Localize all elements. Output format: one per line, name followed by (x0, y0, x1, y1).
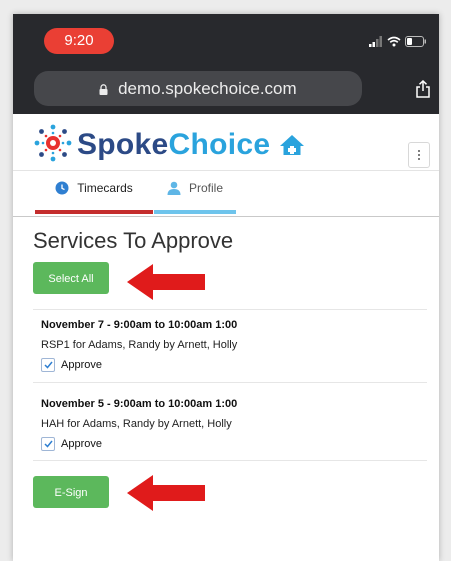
approve-checkbox[interactable] (41, 437, 55, 451)
tab-profile[interactable]: Profile (154, 170, 236, 216)
url-text: demo.spokechoice.com (118, 79, 297, 98)
tab-profile-underline (154, 210, 236, 214)
kebab-dot (418, 154, 420, 156)
tab-profile-label: Profile (188, 181, 223, 195)
logo-choice: Choice (168, 128, 271, 161)
tab-bar: Timecards Profile (13, 170, 439, 217)
status-icons (369, 33, 427, 49)
approve-checkbox[interactable] (41, 358, 55, 372)
tab-active-underline (35, 210, 153, 214)
approve-label: Approve (61, 438, 102, 450)
divider (33, 460, 427, 461)
clock-icon (55, 181, 69, 195)
browser-top-bar: 9:20 demo.spokechoice.com (13, 14, 439, 114)
lock-icon (99, 84, 108, 96)
kebab-dot (418, 158, 420, 160)
url-bar[interactable]: demo.spokechoice.com (34, 71, 362, 106)
wifi-icon (387, 36, 401, 46)
status-time: 9:20 (44, 28, 114, 54)
service-title: November 7 - 9:00am to 10:00am 1:00 (41, 319, 238, 331)
service-description: RSP1 for Adams, Randy by Arnett, Holly (41, 339, 238, 351)
approve-label: Approve (61, 359, 102, 371)
more-menu-button[interactable] (408, 142, 430, 168)
tab-timecards-label: Timecards (77, 181, 133, 195)
spokechoice-logo-text[interactable]: SpokeChoice (77, 128, 270, 162)
esign-button[interactable]: E-Sign (33, 476, 109, 508)
home-icon[interactable] (279, 134, 305, 156)
red-arrow-icon (127, 475, 205, 511)
user-icon (167, 181, 181, 195)
phone-screen: 9:20 demo.spokechoice.com SpokeChoice Ti… (13, 14, 439, 561)
tab-timecards[interactable]: Timecards (35, 170, 153, 216)
spokechoice-logo-icon[interactable] (32, 124, 74, 162)
service-description: HAH for Adams, Randy by Arnett, Holly (41, 418, 232, 430)
divider (33, 309, 427, 310)
divider (33, 382, 427, 383)
service-title: November 5 - 9:00am to 10:00am 1:00 (41, 398, 238, 410)
red-arrow-icon (127, 264, 205, 300)
service-item: November 7 - 9:00am to 10:00am 1:00 RSP1… (41, 319, 421, 372)
select-all-button[interactable]: Select All (33, 262, 109, 294)
page-title: Services To Approve (33, 228, 234, 253)
share-icon[interactable] (416, 80, 430, 98)
approve-checkbox-row[interactable]: Approve (41, 437, 421, 451)
kebab-dot (418, 150, 420, 152)
service-item: November 5 - 9:00am to 10:00am 1:00 HAH … (41, 398, 421, 451)
checkmark-icon (43, 361, 53, 369)
approve-checkbox-row[interactable]: Approve (41, 358, 421, 372)
logo-spoke: Spoke (77, 128, 169, 161)
battery-icon (405, 35, 426, 47)
checkmark-icon (43, 440, 53, 448)
site-header: SpokeChoice (13, 114, 439, 171)
signal-icon (369, 35, 382, 47)
